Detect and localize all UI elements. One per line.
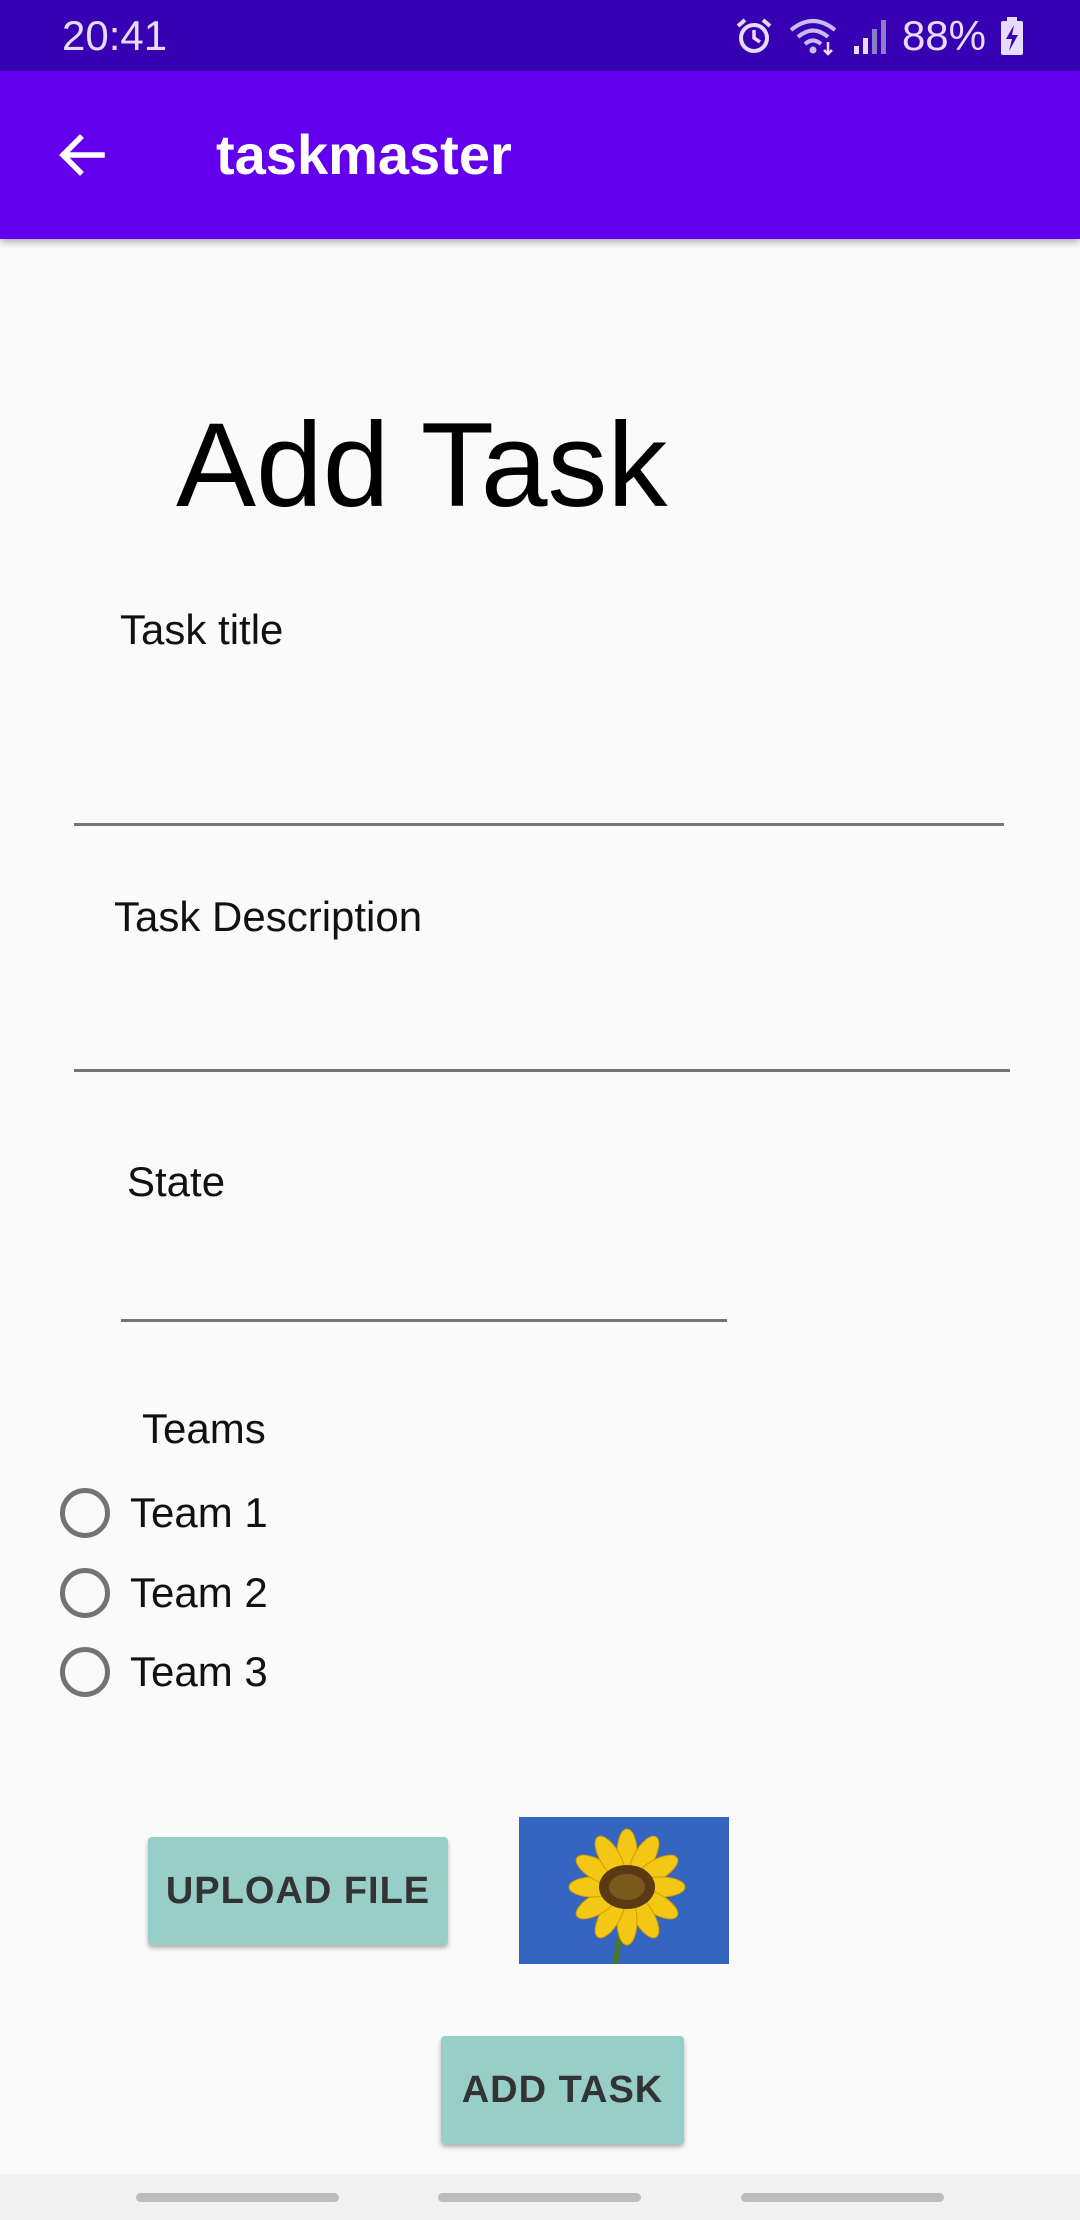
- arrow-back-icon: [59, 134, 105, 176]
- uploaded-image-thumbnail: [519, 1817, 729, 1964]
- nav-back-button[interactable]: [741, 2193, 944, 2202]
- task-title-input[interactable]: [74, 700, 1004, 826]
- team-3-radio[interactable]: Team 3: [60, 1640, 268, 1704]
- radio-button[interactable]: [60, 1568, 110, 1618]
- status-icons: 88%: [734, 12, 1024, 60]
- add-task-button[interactable]: ADD TASK: [441, 2036, 684, 2144]
- add-task-screen: 20:41 88% taskmaster Add Task Task title…: [0, 0, 1080, 2220]
- team-2-radio[interactable]: Team 2: [60, 1561, 268, 1625]
- battery-charging-icon: [1000, 16, 1024, 56]
- upload-file-button[interactable]: UPLOAD FILE: [148, 1837, 448, 1945]
- radio-label: Team 1: [130, 1489, 268, 1536]
- radio-button[interactable]: [60, 1488, 110, 1538]
- state-label: State: [127, 1158, 226, 1205]
- battery-percent: 88%: [901, 12, 986, 59]
- status-time: 20:41: [62, 12, 168, 59]
- task-description-label: Task Description: [114, 893, 423, 940]
- task-description-input[interactable]: [74, 960, 1010, 1072]
- radio-button[interactable]: [60, 1647, 110, 1697]
- status-bar: 20:41 88%: [0, 0, 1080, 71]
- signal-icon: [852, 16, 888, 56]
- nav-home-button[interactable]: [438, 2193, 641, 2202]
- task-title-label: Task title: [120, 606, 284, 653]
- radio-label: Team 2: [130, 1569, 268, 1616]
- state-input[interactable]: [121, 1220, 727, 1322]
- navigation-bar: [0, 2174, 1080, 2220]
- radio-label: Team 3: [130, 1648, 268, 1695]
- wifi-icon: [788, 16, 838, 56]
- teams-label: Teams: [142, 1405, 266, 1452]
- alarm-icon: [734, 16, 774, 56]
- app-title: taskmaster: [216, 123, 512, 186]
- app-bar: taskmaster: [0, 71, 1080, 239]
- team-1-radio[interactable]: Team 1: [60, 1481, 268, 1545]
- page-title: Add Task: [176, 398, 668, 532]
- back-button[interactable]: [40, 113, 124, 197]
- nav-recents-button[interactable]: [136, 2193, 339, 2202]
